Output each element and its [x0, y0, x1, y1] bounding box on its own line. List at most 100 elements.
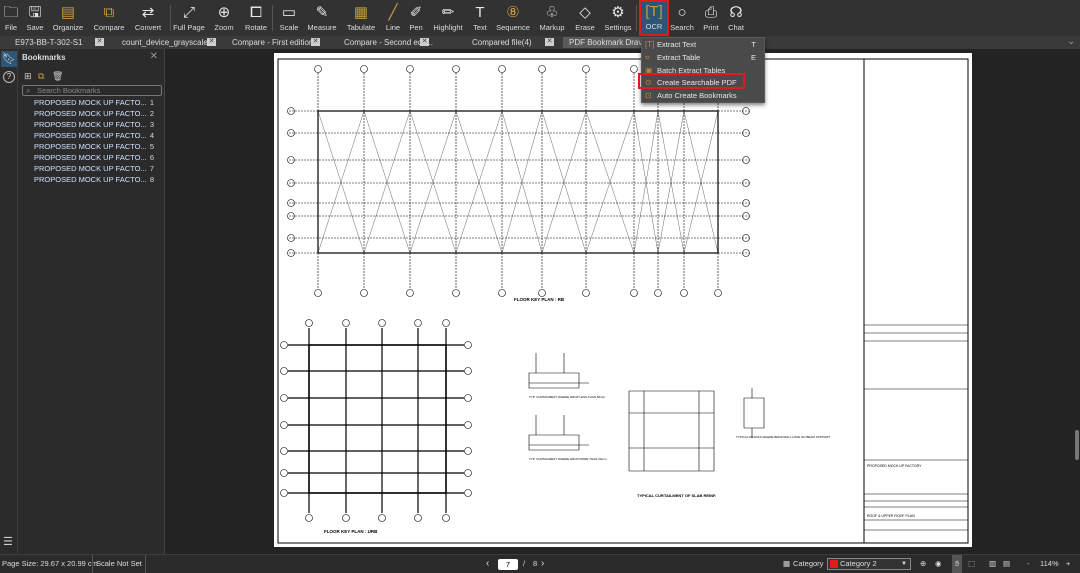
bookmark-page: 2: [149, 109, 154, 118]
tab-document[interactable]: Compared file(4): [472, 37, 532, 48]
bookmark-label: PROPOSED MOCK UP FACTO...: [34, 109, 147, 118]
prev-page-icon[interactable]: ‹: [486, 555, 489, 573]
add-bookmark-icon[interactable]: ⊞: [24, 71, 32, 82]
compare-icon: ⧉: [103, 4, 115, 21]
convert-button[interactable]: ⇄ Convert: [128, 3, 168, 33]
status-bar: Page Size: 29.67 x 20.99 cm Scale Not Se…: [0, 554, 1080, 573]
detail2-caption: TYP. CURTAILMENT WHERE DROP MORE THAN 50…: [529, 457, 607, 461]
bookmark-label: PROPOSED MOCK UP FACTO...: [34, 98, 147, 107]
two-page-view-icon[interactable]: ▥: [989, 555, 996, 573]
organize-button[interactable]: ▤ Organize: [48, 3, 88, 33]
bookmark-item[interactable]: PROPOSED MOCK UP FACTO... 2: [34, 109, 154, 118]
menu-item-extract-table[interactable]: ⌗ Extract Table E: [642, 52, 764, 64]
vertical-scrollbar[interactable]: [1075, 430, 1079, 460]
zoom-in-icon[interactable]: +: [1066, 555, 1070, 573]
toolbar-divider: [636, 5, 637, 31]
bookmark-page: 5: [149, 142, 154, 151]
project-name: PROPOSED MOCK UP FACTORY: [867, 464, 922, 468]
ocr-dropdown-menu: [T] Extract Text T ⌗ Extract Table E ▣ Batch Ex…: [641, 37, 765, 103]
sequence-button[interactable]: ⑧ Sequence: [493, 3, 533, 33]
organize-icon: ▤: [60, 4, 76, 21]
bookmark-item[interactable]: PROPOSED MOCK UP FACTO... 5: [34, 142, 154, 151]
bookmarks-panel: Bookmarks ✕ ⊞ ⧉ 🗑︎ ⌕ Search Bookmarks PRO…: [18, 49, 165, 554]
close-tab-icon[interactable]: ✕: [420, 38, 429, 46]
select-tool-icon[interactable]: ⬚: [968, 555, 975, 573]
search-bookmarks-input[interactable]: ⌕ Search Bookmarks: [22, 85, 162, 96]
tab-document[interactable]: Compare - First edition...: [232, 37, 320, 48]
sheet-title: ROOF & UPPER ROOF PLAN: [867, 514, 915, 518]
tab-document[interactable]: E973-BB-T-302-S1: [15, 37, 83, 48]
bookmark-label: PROPOSED MOCK UP FACTO...: [34, 142, 147, 151]
toolbar: 🗀 File 🖫 Save ▤ Organize ⧉ Compare ⇄ Convert …: [0, 0, 1080, 36]
bookmark-item[interactable]: PROPOSED MOCK UP FACTO... 3: [34, 120, 154, 129]
menu-list-icon[interactable]: ☰: [3, 535, 13, 548]
scale-status[interactable]: Scale Not Set: [92, 555, 146, 573]
zoom-out-icon[interactable]: -: [1027, 555, 1030, 573]
plan2-caption: FLOOR KEY PLAN : URB: [324, 529, 378, 534]
menu-item-label: Auto Create Bookmarks: [657, 91, 737, 101]
bookmark-label: PROPOSED MOCK UP FACTO...: [34, 120, 147, 129]
page-separator: /: [523, 559, 526, 568]
bookmark-page: 3: [149, 120, 154, 129]
bookmark-page: 7: [149, 164, 154, 173]
settings-icon: ⚙: [611, 4, 625, 21]
help-icon[interactable]: ?: [3, 71, 15, 83]
close-tab-icon[interactable]: ✕: [95, 38, 104, 46]
chevron-down-icon: ▼: [901, 561, 907, 567]
slab-caption: TYPICAL CURTAILMENT OF SLAB REINF.: [637, 493, 716, 498]
close-tab-icon[interactable]: ✕: [311, 38, 320, 46]
auto-bookmark-icon[interactable]: ⧉: [38, 71, 44, 82]
plan1-caption: FLOOR KEY PLAN : RB: [514, 297, 565, 302]
settings-button[interactable]: ⚙ Settings: [598, 3, 638, 33]
current-page-input[interactable]: 7: [498, 559, 518, 570]
detail1-caption: TYP. CURTAILMENT WHERE DROP LESS THAN 50…: [529, 395, 606, 399]
bookmark-page: 6: [149, 153, 154, 162]
category-color-swatch: [830, 560, 838, 568]
tabs-overflow-chevron-icon[interactable]: ⌄: [1067, 36, 1075, 47]
bookmark-item[interactable]: PROPOSED MOCK UP FACTO... 4: [34, 131, 154, 140]
bookmark-label: PROPOSED MOCK UP FACTO...: [34, 164, 147, 173]
close-panel-icon[interactable]: ✕: [150, 51, 158, 62]
zoom-level[interactable]: 114%: [1040, 555, 1059, 573]
auto-create-bookmarks-icon: ⊡: [645, 91, 652, 101]
convert-icon: ⇄: [141, 4, 155, 21]
search-icon: ⌕: [26, 86, 31, 95]
extract-text-icon: [T]: [645, 40, 655, 49]
compare-button[interactable]: ⧉ Compare: [89, 3, 129, 33]
view-icon[interactable]: ◉: [935, 555, 942, 573]
sequence-icon: ⑧: [506, 4, 520, 21]
zoom-area-icon[interactable]: ⊕: [920, 555, 926, 573]
menu-item-auto-create-bookmarks[interactable]: ⊡ Auto Create Bookmarks: [642, 90, 764, 102]
measure-button[interactable]: ✎ Measure: [302, 3, 342, 33]
category-icon: ▦: [783, 559, 791, 568]
bookmark-panel-icon[interactable]: 🔖︎: [1, 51, 17, 67]
bookmark-item[interactable]: PROPOSED MOCK UP FACTO... 7: [34, 164, 154, 173]
bookmark-item[interactable]: PROPOSED MOCK UP FACTO... 1: [34, 98, 154, 107]
section-details: [528, 353, 765, 472]
single-page-view-icon[interactable]: ▤: [1003, 555, 1010, 573]
chat-button[interactable]: ☊ Chat: [716, 3, 756, 33]
tab-active-document[interactable]: PDF Bookmark Drav: [563, 37, 641, 48]
category-select[interactable]: Category 2 ▼: [827, 558, 911, 570]
close-tab-icon[interactable]: ✕: [207, 38, 216, 46]
brick-caption: TYPICAL DETAILS WHERE BRICKWALL HAVE NO …: [736, 435, 830, 439]
hand-tool-icon[interactable]: ✋︎: [952, 555, 963, 573]
extract-table-icon: ⌗: [645, 52, 650, 62]
bookmark-item[interactable]: PROPOSED MOCK UP FACTO... 8: [34, 175, 154, 184]
bookmark-label: PROPOSED MOCK UP FACTO...: [34, 131, 147, 140]
full-page-button[interactable]: ⤢ Full Page: [169, 3, 209, 33]
bookmark-label: PROPOSED MOCK UP FACTO...: [34, 175, 147, 184]
bookmark-page: 8: [149, 175, 154, 184]
bookmark-item[interactable]: PROPOSED MOCK UP FACTO... 6: [34, 153, 154, 162]
next-page-icon[interactable]: ›: [541, 555, 544, 573]
tab-document[interactable]: count_device_grayscale: [122, 37, 208, 48]
menu-item-extract-text[interactable]: [T] Extract Text T: [642, 39, 764, 51]
bookmark-page: 1: [149, 98, 154, 107]
shortcut: E: [750, 52, 756, 62]
panel-title: Bookmarks: [22, 53, 66, 62]
measure-icon: ✎: [315, 4, 329, 21]
menu-item-label: Extract Text: [657, 40, 697, 49]
pdf-page[interactable]: PROPOSED MOCK UP FACTORY ROOF & UPPER RO…: [274, 53, 972, 547]
delete-bookmark-icon[interactable]: 🗑︎: [52, 71, 63, 82]
close-tab-icon[interactable]: ✕: [545, 38, 554, 46]
